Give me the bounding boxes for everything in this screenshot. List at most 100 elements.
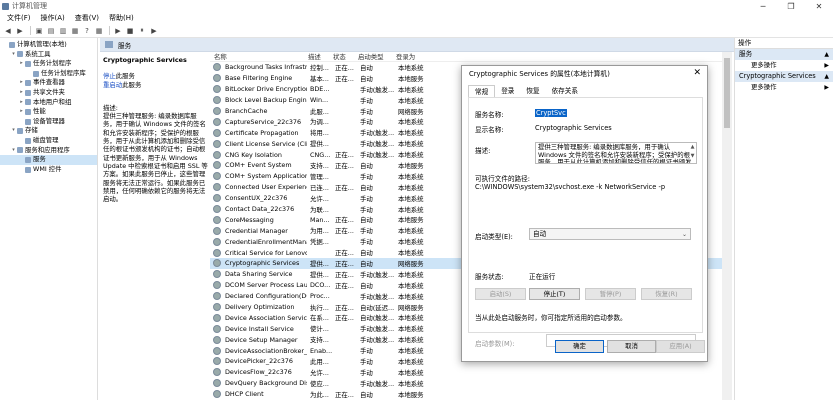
- ok-button[interactable]: 确定: [555, 340, 604, 353]
- stop-button[interactable]: 停止(T): [529, 288, 580, 300]
- tree-node[interactable]: 任务计划程序库: [0, 69, 97, 79]
- service-startup-type: 手动(触发...: [360, 336, 395, 345]
- gear-icon: [213, 226, 221, 235]
- service-description: 基本...: [310, 74, 329, 83]
- properties-icon[interactable]: ▦: [94, 26, 104, 36]
- apply-button[interactable]: 应用(A): [656, 340, 705, 353]
- chevron-down-icon[interactable]: ▾: [10, 126, 17, 136]
- service-name-value[interactable]: CryptSvc: [535, 109, 567, 117]
- service-status: 正在...: [335, 270, 354, 279]
- service-description: 允许...: [310, 368, 329, 377]
- tree-node[interactable]: 磁盘管理: [0, 136, 97, 146]
- pause-button[interactable]: 暂停(P): [585, 288, 636, 300]
- restart-service-icon[interactable]: ▶: [149, 26, 159, 36]
- scrollbar-thumb[interactable]: [724, 58, 730, 128]
- chevron-right-icon[interactable]: ▸: [18, 98, 25, 108]
- service-status-label: 服务状态:: [475, 273, 504, 281]
- chevron-down-icon[interactable]: ▾: [10, 50, 17, 60]
- service-row[interactable]: DevQuery Background Disc...使应... 手动(触发...…: [210, 378, 730, 389]
- back-icon[interactable]: ◀: [3, 26, 13, 36]
- tree-node-label: WMI 控件: [33, 164, 62, 173]
- service-row[interactable]: DHCP Client 为此... 正在... 自动 本地服务: [210, 389, 730, 400]
- maximize-button[interactable]: ❐: [777, 0, 805, 12]
- actions-group-cryptographic[interactable]: Cryptographic Services ▲: [735, 71, 833, 82]
- restart-service-link[interactable]: 重启动: [103, 81, 122, 89]
- service-status: 正在...: [335, 227, 354, 236]
- show-hide-tree-icon[interactable]: ▤: [46, 26, 56, 36]
- actions-group-services[interactable]: 服务 ▲: [735, 49, 833, 60]
- column-status[interactable]: 状态: [330, 52, 355, 61]
- chevron-down-icon[interactable]: ▾: [10, 146, 17, 156]
- tree-node[interactable]: ▾ 存储: [0, 126, 97, 136]
- description-text: 提供三种管理服务: 编录数据库服务，用于确认 Windows 文件的签名和允许安…: [103, 112, 208, 204]
- tree-node[interactable]: ▸ 事件查看器: [0, 78, 97, 88]
- stop-service-link[interactable]: 停止: [103, 72, 116, 80]
- menu-action[interactable]: 操作(A): [36, 13, 70, 23]
- column-log-on-as[interactable]: 登录为: [393, 52, 443, 61]
- tree-node[interactable]: WMI 控件: [0, 165, 97, 175]
- display-name-value[interactable]: Cryptographic Services: [535, 124, 612, 132]
- tree-node[interactable]: ▾ 服务和应用程序: [0, 146, 97, 156]
- export-list-icon[interactable]: ▦: [70, 26, 80, 36]
- up-folder-icon[interactable]: ▣: [34, 26, 44, 36]
- tab-logon[interactable]: 登录: [495, 85, 520, 97]
- tab-recovery[interactable]: 恢复: [520, 85, 545, 97]
- description-textbox[interactable]: 提供三种管理服务: 编录数据库服务，用于确认 Windows 文件的签名和允许安…: [535, 142, 697, 164]
- cancel-button[interactable]: 取消: [607, 340, 656, 353]
- start-service-icon[interactable]: ▶: [113, 26, 123, 36]
- service-description: 已连...: [310, 183, 329, 192]
- chevron-up-icon[interactable]: ▲: [824, 49, 829, 60]
- tree-node[interactable]: ▸ 任务计划程序: [0, 59, 97, 69]
- menu-view[interactable]: 查看(V): [70, 13, 104, 23]
- tree-node[interactable]: ▾ 系统工具: [0, 50, 97, 60]
- tab-general[interactable]: 常规: [468, 85, 496, 97]
- menu-help[interactable]: 帮助(H): [104, 13, 139, 23]
- chevron-right-icon[interactable]: ▸: [18, 78, 25, 88]
- service-name: COM+ System Application: [225, 172, 307, 181]
- tree-node[interactable]: 计算机管理(本地): [0, 40, 97, 50]
- tree-node[interactable]: ▸ 本地用户和组: [0, 98, 97, 108]
- column-startup-type[interactable]: 启动类型: [355, 52, 393, 61]
- tree-node-label: 设备管理器: [33, 116, 65, 125]
- description-scrollbar[interactable]: ▲ ▼: [689, 143, 696, 163]
- general-tab-panel: 服务名称: CryptSvc 显示名称: Cryptographic Servi…: [468, 97, 703, 348]
- more-actions-services[interactable]: 更多操作 ▶: [735, 60, 833, 71]
- service-description: Proc...: [310, 292, 330, 301]
- chevron-right-icon[interactable]: ▸: [18, 59, 25, 69]
- tree-node[interactable]: ▸ 共享文件夹: [0, 88, 97, 98]
- refresh-icon[interactable]: ▥: [58, 26, 68, 36]
- startup-type-select[interactable]: 自动 ⌄: [529, 228, 691, 240]
- service-description: 为此...: [310, 390, 329, 399]
- chevron-up-icon[interactable]: ▲: [824, 71, 829, 82]
- close-button[interactable]: ✕: [805, 0, 833, 12]
- tree-node[interactable]: 服务: [0, 155, 97, 165]
- tree-node-icon: [25, 60, 31, 67]
- start-button[interactable]: 启动(S): [475, 288, 526, 300]
- help-icon[interactable]: ?: [82, 26, 92, 36]
- chevron-right-icon[interactable]: ▸: [18, 107, 25, 117]
- more-actions-cryptographic[interactable]: 更多操作 ▶: [735, 82, 833, 93]
- pause-service-icon[interactable]: ⏸: [137, 26, 147, 36]
- services-scrollbar[interactable]: [722, 52, 732, 400]
- minimize-button[interactable]: ─: [749, 0, 777, 12]
- service-description: 提供...: [310, 140, 329, 149]
- service-description: BDE...: [310, 85, 330, 94]
- tree-node[interactable]: ▸ 性能: [0, 107, 97, 117]
- chevron-right-icon[interactable]: ▸: [18, 88, 25, 98]
- service-status: 正在...: [335, 74, 354, 83]
- tree-node[interactable]: 设备管理器: [0, 117, 97, 127]
- chevron-right-icon: ▶: [824, 84, 829, 91]
- forward-icon[interactable]: ▶: [15, 26, 25, 36]
- tab-dependencies[interactable]: 依存关系: [546, 85, 584, 97]
- actions-header: 操作: [735, 38, 833, 49]
- stop-service-icon[interactable]: ■: [125, 26, 135, 36]
- resume-button[interactable]: 恢复(R): [641, 288, 692, 300]
- column-description[interactable]: 描述: [305, 52, 330, 61]
- dialog-close-icon[interactable]: ✕: [693, 68, 701, 78]
- menu-file[interactable]: 文件(F): [2, 13, 36, 23]
- column-name[interactable]: 名称: [210, 52, 305, 61]
- service-logon: 本地系统: [398, 336, 424, 345]
- tree-node-icon: [17, 147, 23, 154]
- service-startup-type: 自动: [360, 216, 373, 225]
- service-row[interactable]: DevicesFlow_22c376 允许... 手动 本地系统: [210, 367, 730, 378]
